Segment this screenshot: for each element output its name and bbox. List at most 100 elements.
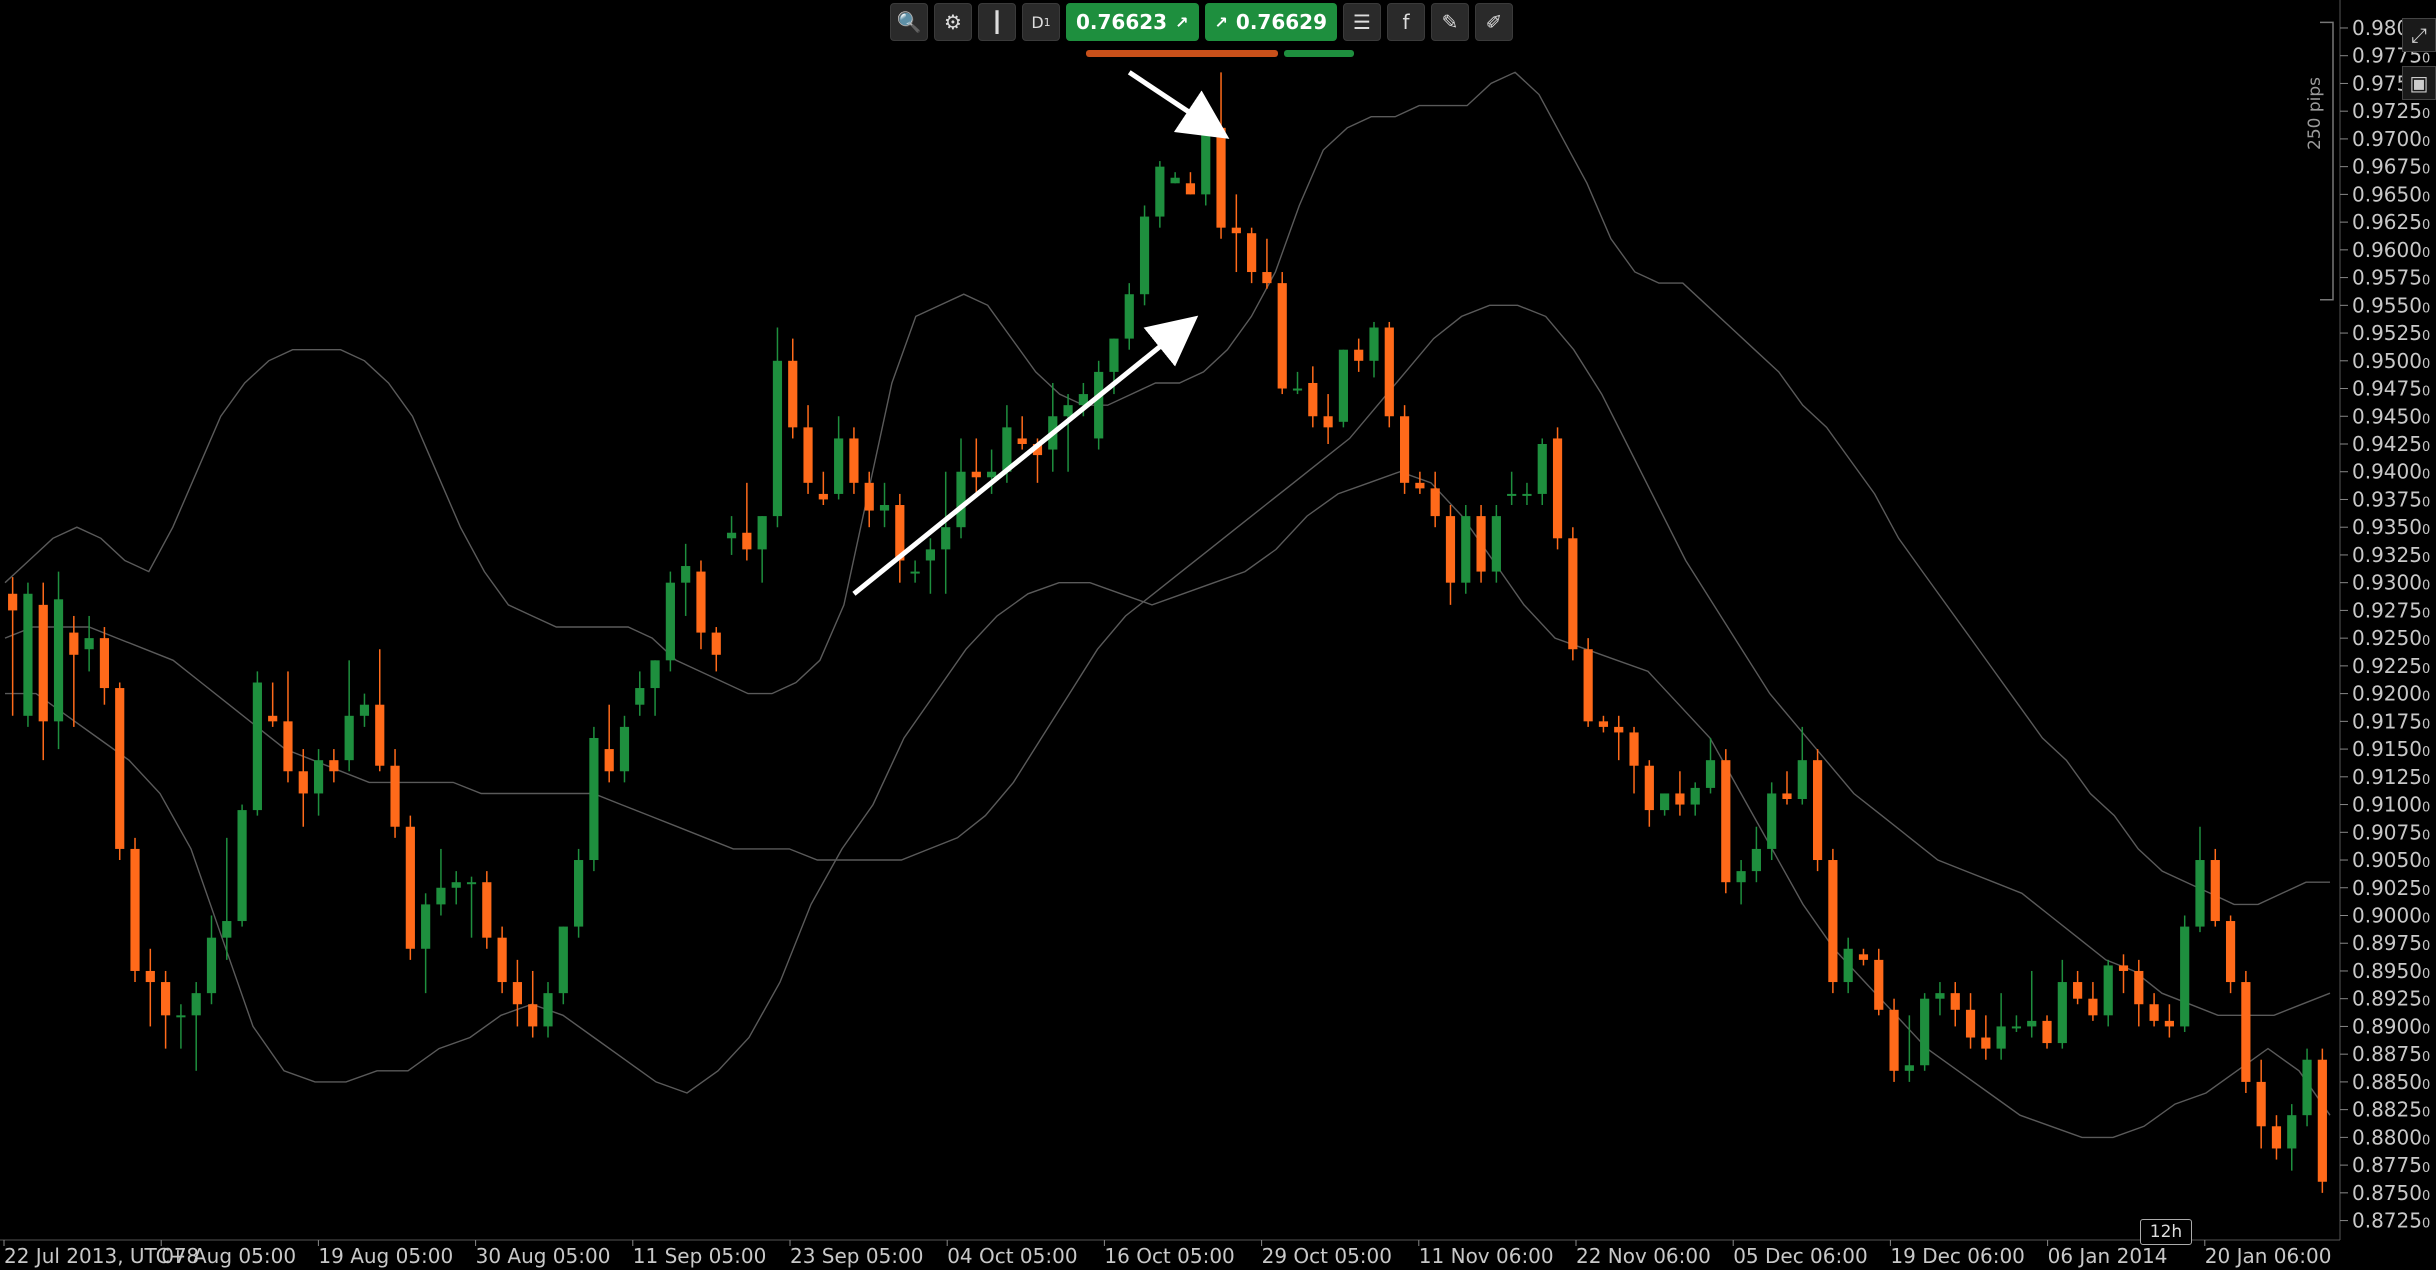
candle-body (1920, 998, 1930, 1066)
candle-body (604, 749, 614, 772)
candle-body (1109, 338, 1119, 372)
candle-body (2195, 860, 2205, 927)
x-tick-label: 06 Jan 2014 (2048, 1244, 2168, 1268)
candle-body (2149, 1004, 2159, 1021)
y-tick-label: 0.97000 (2352, 127, 2430, 151)
candle-body (1430, 488, 1440, 517)
candle-body (1705, 760, 1716, 788)
zoom-icon[interactable]: 🔍 (890, 3, 928, 41)
candlestick-icon[interactable]: ┃ (978, 3, 1016, 41)
candle-body (436, 887, 446, 905)
candle-body (1507, 493, 1517, 496)
y-tick-label: 0.93750 (2352, 487, 2430, 511)
x-tick-label: 19 Dec 06:00 (1890, 1244, 2025, 1268)
y-tick-label: 0.88500 (2352, 1070, 2430, 1094)
candle-body (528, 1004, 538, 1027)
share-icon[interactable]: f (1387, 3, 1425, 41)
bid-price-button[interactable]: 0.76623 ↗ (1066, 3, 1199, 41)
y-tick-suffix: 0 (2422, 967, 2430, 982)
y-tick-label: 0.87250 (2352, 1209, 2430, 1233)
y-tick-label: 0.94250 (2352, 432, 2430, 456)
candle-body (1614, 726, 1624, 733)
x-tick-label: 30 Aug 05:00 (476, 1244, 611, 1268)
y-tick-suffix: 0 (2422, 1133, 2430, 1148)
x-tick-label: 23 Sep 05:00 (790, 1244, 924, 1268)
candle-body (176, 1015, 186, 1018)
candle-body (635, 688, 645, 705)
y-tick-suffix: 0 (2422, 828, 2430, 843)
candle-body (1721, 760, 1731, 883)
candle-body (1812, 760, 1823, 861)
y-tick-label: 0.92500 (2352, 626, 2430, 650)
candle-body (574, 860, 584, 927)
y-tick-suffix: 0 (2422, 495, 2430, 510)
candle-body (2180, 926, 2190, 1027)
y-tick-suffix: 0 (2422, 1106, 2430, 1121)
candle-body (84, 638, 94, 650)
candle-body (1124, 294, 1134, 339)
candle-body (2103, 965, 2113, 1016)
candle-body (1231, 227, 1241, 234)
y-tick-label: 0.87750 (2352, 1153, 2430, 1177)
tools-icon[interactable]: ✎ (1431, 3, 1469, 41)
y-tick-suffix: 0 (2422, 579, 2430, 594)
drawing-icon[interactable]: ✐ (1475, 3, 1513, 41)
candle-body (1660, 793, 1670, 811)
y-tick-suffix: 0 (2422, 884, 2430, 899)
y-tick-label: 0.92250 (2352, 654, 2430, 678)
x-tick-label: 16 Oct 05:00 (1104, 1244, 1234, 1268)
candle-body (497, 937, 507, 983)
candle-body (1308, 382, 1318, 417)
y-tick-label: 0.95000 (2352, 349, 2430, 373)
y-tick-suffix: 0 (2422, 385, 2430, 400)
candle-body (482, 882, 492, 938)
y-tick-label: 0.89500 (2352, 959, 2430, 983)
indicator-settings-icon[interactable]: ⚙ (934, 3, 972, 41)
candle-body (1094, 371, 1104, 439)
candle-body (1996, 1026, 2006, 1049)
y-tick-suffix: 0 (2422, 440, 2430, 455)
candle-body (1522, 493, 1532, 496)
candle-body (115, 688, 125, 849)
y-tick-label: 0.95750 (2352, 266, 2430, 290)
y-tick-suffix: 0 (2422, 329, 2430, 344)
candlestick-chart[interactable]: 0.980000.977500.975000.972500.970000.967… (0, 0, 2436, 1270)
y-tick-suffix: 0 (2422, 107, 2430, 122)
candle-body (1170, 177, 1180, 184)
candle-body (1537, 443, 1547, 494)
candle-body (191, 993, 201, 1016)
y-tick-label: 0.96000 (2352, 238, 2430, 262)
candle-body (512, 982, 523, 1005)
y-tick-label: 0.91000 (2352, 793, 2430, 817)
candle-body (1797, 760, 1807, 800)
candle-body (451, 882, 461, 888)
candle-body (1874, 959, 1884, 1010)
candle-body (1185, 183, 1196, 195)
x-tick-label: 20 Jan 06:00 (2205, 1244, 2332, 1268)
expand-icon[interactable]: ⤢ (2402, 18, 2436, 52)
camera-icon[interactable]: ▣ (2402, 66, 2436, 100)
checklist-icon[interactable]: ☰ (1343, 3, 1381, 41)
y-tick-label: 0.96500 (2352, 182, 2430, 206)
x-tick-label: 11 Sep 05:00 (633, 1244, 767, 1268)
y-tick-suffix: 0 (2422, 1050, 2430, 1065)
candle-body (726, 532, 737, 539)
timeframe-button[interactable]: D1 (1022, 3, 1060, 41)
y-tick-suffix: 0 (2422, 690, 2430, 705)
candle-body (1369, 327, 1379, 361)
candle-body (161, 982, 171, 1016)
bollinger-upper-band (4, 71, 2330, 906)
y-tick-suffix: 0 (2422, 218, 2430, 233)
candle-body (1338, 349, 1348, 422)
candle-body (1155, 166, 1165, 217)
candle-body (849, 438, 859, 483)
candle-body (405, 826, 415, 949)
y-tick-label: 0.95250 (2352, 321, 2430, 345)
timeframe-badge[interactable]: 12h (2140, 1219, 2192, 1245)
candle-body (803, 427, 813, 483)
ask-price-button[interactable]: ↗ 0.76629 (1204, 3, 1337, 41)
y-tick-label: 0.88000 (2352, 1125, 2430, 1149)
candle-body (2088, 998, 2098, 1016)
candle-body (2287, 1115, 2297, 1149)
candle-body (543, 993, 553, 1027)
